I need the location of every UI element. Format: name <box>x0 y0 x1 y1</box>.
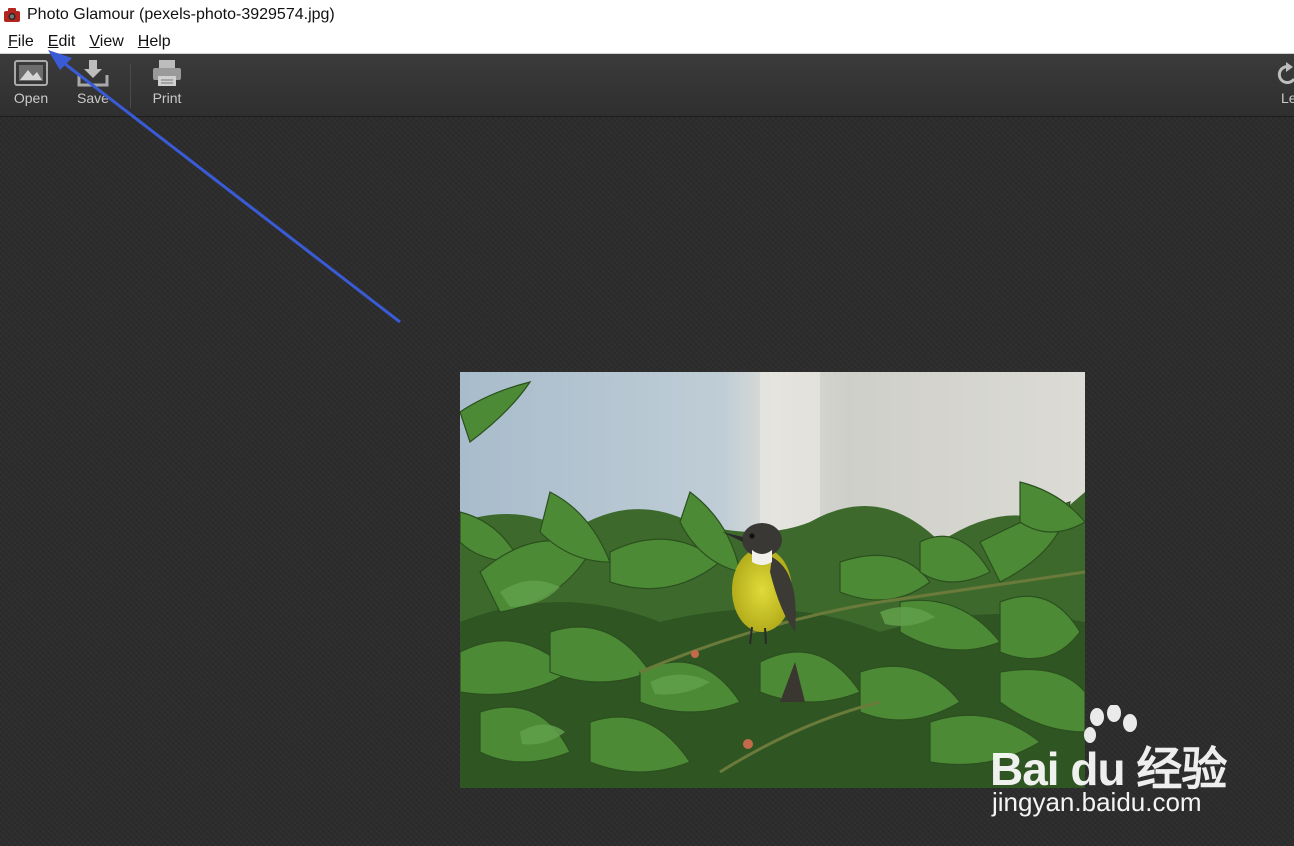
menu-file[interactable]: File <box>0 33 40 51</box>
rotate-left-button[interactable]: Le <box>1276 54 1294 116</box>
print-label: Print <box>152 90 182 106</box>
baidu-watermark: Bai du 经验 jingyan.baidu.com <box>990 705 1230 820</box>
open-label: Open <box>13 90 49 106</box>
camera-icon <box>4 8 20 22</box>
menu-bar: File Edit View Help <box>0 30 1294 54</box>
printer-icon <box>153 60 181 86</box>
toolbar: Open Save Print Le <box>0 54 1294 117</box>
rotate-left-icon <box>1277 62 1294 84</box>
rotate-left-label: Le <box>1281 90 1294 106</box>
download-icon <box>77 60 109 87</box>
menu-help[interactable]: Help <box>130 33 177 51</box>
watermark-url: jingyan.baidu.com <box>992 787 1202 817</box>
menu-edit[interactable]: Edit <box>40 33 82 51</box>
menu-view[interactable]: View <box>81 33 129 51</box>
window-title: Photo Glamour (pexels-photo-3929574.jpg) <box>27 6 335 23</box>
image-icon <box>14 60 48 86</box>
toolbar-separator <box>130 64 131 108</box>
open-button[interactable]: Open <box>10 54 52 116</box>
save-label: Save <box>77 90 109 106</box>
print-button[interactable]: Print <box>146 54 188 116</box>
title-bar: Photo Glamour (pexels-photo-3929574.jpg) <box>0 0 1294 30</box>
save-button[interactable]: Save <box>72 54 114 116</box>
